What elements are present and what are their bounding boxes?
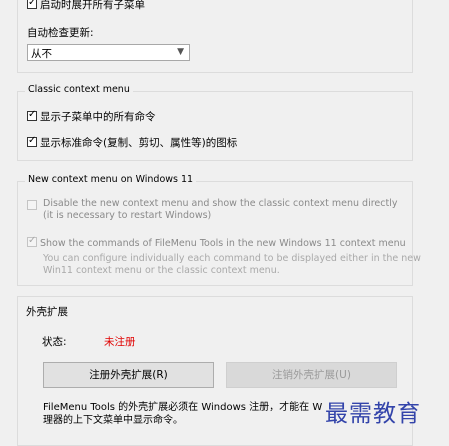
shell-extension-title: 外壳扩展 [26, 306, 68, 318]
expand-all-option[interactable]: 启动时展开所有子菜单 [27, 0, 145, 12]
show-all-checkbox[interactable] [27, 109, 37, 121]
expand-all-label: 启动时展开所有子菜单 [40, 0, 145, 11]
auto-update-value: 从不 [31, 48, 52, 60]
hint-line2: Win11 context menu or the classic contex… [43, 265, 280, 276]
status-label: 状态: [42, 336, 67, 348]
expand-all-checkbox[interactable] [27, 0, 37, 9]
auto-update-label: 自动检查更新: [27, 27, 94, 39]
show-icons-label: 显示标准命令(复制、剪切、属性等)的图标 [40, 137, 238, 149]
disable-new-menu-option[interactable]: Disable the new context menu and show th… [27, 198, 397, 222]
new-menu-title: New context menu on Windows 11 [25, 174, 197, 185]
chevron-down-icon: ▼ [177, 47, 184, 57]
classic-menu-title: Classic context menu [25, 84, 133, 95]
shell-extension-note: FileMenu Tools 的外壳扩展必须在 Windows 注册，才能在 W… [43, 401, 322, 427]
note-line1: FileMenu Tools 的外壳扩展必须在 Windows 注册，才能在 W [43, 402, 323, 413]
show-commands-label: Show the commands of FileMenu Tools in t… [40, 238, 406, 249]
show-all-option[interactable]: 显示子菜单中的所有命令 [27, 109, 156, 124]
register-shell-extension-button[interactable]: 注册外壳扩展(R) [43, 362, 214, 388]
show-commands-checkbox[interactable] [27, 235, 37, 247]
hint-line1: You can configure individually each comm… [43, 253, 421, 264]
general-options-group: 启动时展开所有子菜单 自动检查更新: 从不 ▼ [17, 0, 413, 73]
status-value: 未注册 [104, 336, 136, 348]
show-icons-checkbox[interactable] [27, 135, 37, 147]
show-icons-option[interactable]: 显示标准命令(复制、剪切、属性等)的图标 [27, 135, 237, 150]
watermark-text: 最需教育 [325, 401, 421, 427]
unregister-shell-extension-button[interactable]: 注销外壳扩展(U) [226, 362, 397, 388]
classic-menu-group: Classic context menu 显示子菜单中的所有命令 显示标准命令(… [17, 84, 413, 161]
new-menu-group: New context menu on Windows 11 Disable t… [17, 174, 421, 286]
disable-new-menu-checkbox[interactable] [27, 200, 37, 210]
disable-new-menu-line2: (it is necessary to restart Windows) [43, 210, 212, 221]
show-commands-hint: You can configure individually each comm… [43, 253, 421, 277]
note-line2: 理器的上下文菜单中显示命令。 [43, 415, 183, 426]
show-commands-option[interactable]: Show the commands of FileMenu Tools in t… [27, 235, 406, 249]
show-all-label: 显示子菜单中的所有命令 [40, 111, 156, 123]
disable-new-menu-line1: Disable the new context menu and show th… [43, 198, 398, 209]
auto-update-select[interactable]: 从不 ▼ [27, 44, 190, 61]
